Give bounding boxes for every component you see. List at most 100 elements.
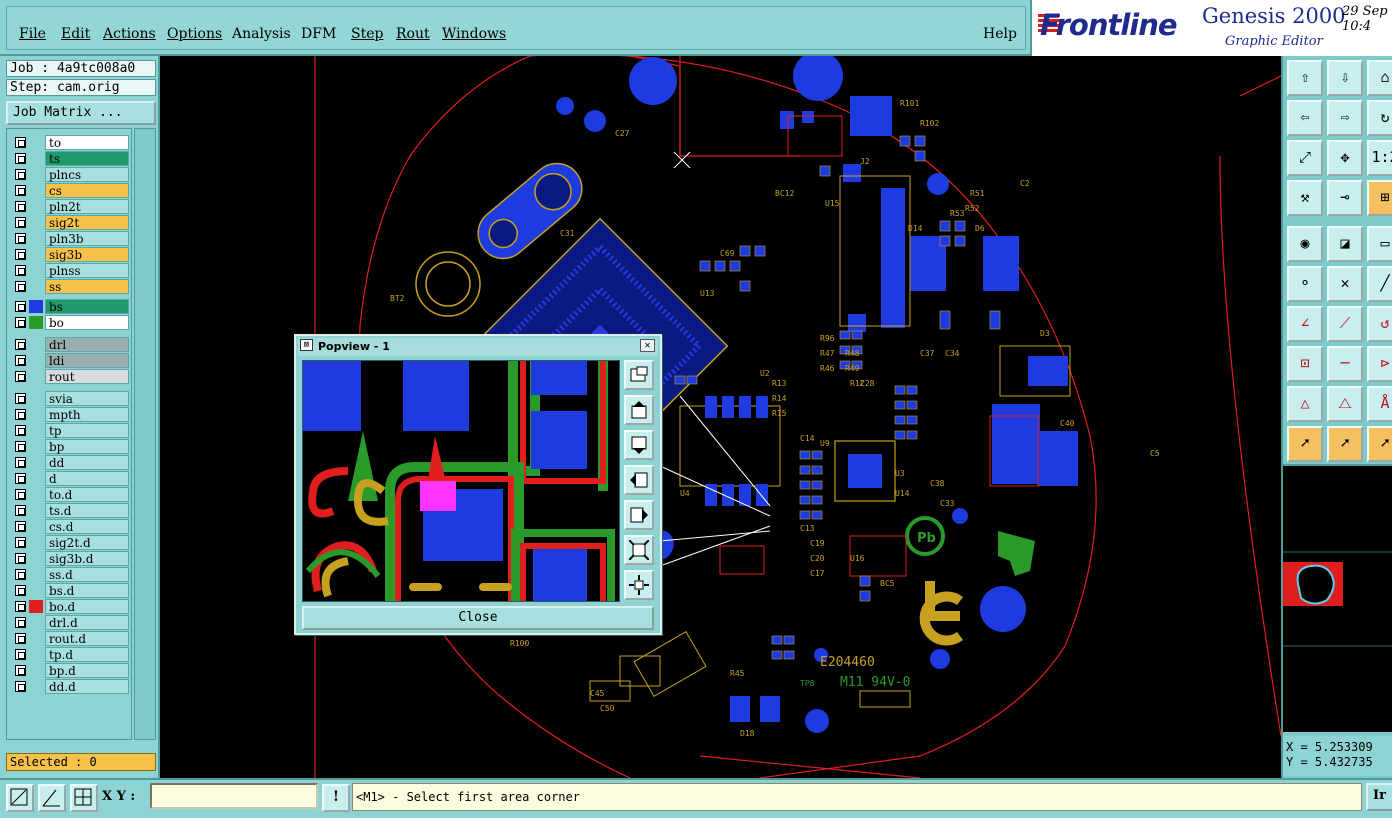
layer-row[interactable]: to [9,135,131,150]
pv-zoom-out-icon[interactable] [624,570,654,600]
menu-step[interactable]: Step [351,26,383,42]
layer-checkbox[interactable] [15,339,26,350]
pv-pan-down-icon[interactable] [624,430,654,460]
zoom-fit-icon[interactable]: ⤢ [1287,140,1323,176]
window-menu-icon[interactable]: ⊠ [300,339,313,351]
layer-name[interactable]: sig2t.d [45,535,129,550]
pan-right-icon[interactable]: ⇨ [1327,100,1363,136]
layer-row[interactable]: tp [9,423,131,438]
popview-canvas[interactable] [302,360,620,602]
layer-name[interactable]: tp [45,423,129,438]
menu-analysis[interactable]: Analysis [232,26,291,42]
layer-row[interactable]: pln2t [9,199,131,214]
layer-row[interactable]: bo [9,315,131,330]
horizontal-icon[interactable]: ─ [1327,346,1363,382]
pv-pan-up-icon[interactable] [624,395,654,425]
layer-checkbox[interactable] [15,633,26,644]
popview-titlebar[interactable]: Popview - 1 [298,338,658,356]
angle-measure-icon[interactable] [38,784,66,812]
cross-icon[interactable]: ✕ [1327,266,1363,302]
grid-snap-icon[interactable] [70,784,98,812]
popview-title-close-button[interactable]: ✕ [640,339,655,352]
layer-checkbox[interactable] [15,569,26,580]
layer-name[interactable]: pln2t [45,199,129,214]
layer-name[interactable]: dd.d [45,679,129,694]
zoom-center-icon[interactable]: ✥ [1327,140,1363,176]
layer-name[interactable]: pln3b [45,231,129,246]
layer-name[interactable]: bo.d [45,599,129,614]
layer-checkbox[interactable] [15,553,26,564]
layer-checkbox[interactable] [15,649,26,660]
layer-name[interactable]: ts.d [45,503,129,518]
layer-checkbox[interactable] [15,317,26,328]
layer-row[interactable]: ss [9,279,131,294]
layer-name[interactable]: svia [45,391,129,406]
menu-actions[interactable]: Actions [103,26,156,42]
overview-panel[interactable] [1283,464,1392,732]
layer-name[interactable]: mpth [45,407,129,422]
select-area-icon[interactable]: ◪ [1327,226,1363,262]
layer-checkbox[interactable] [15,457,26,468]
layer-checkbox[interactable] [15,585,26,596]
menu-help[interactable]: Help [983,26,1017,42]
diagonal-icon[interactable]: ⟋ [1327,306,1363,342]
layer-row[interactable]: bs [9,299,131,314]
layer-row[interactable]: mpth [9,407,131,422]
menu-file[interactable]: File [19,26,46,42]
layer-row[interactable]: svia [9,391,131,406]
triangle-text-icon[interactable]: Å [1367,386,1392,422]
pointer-icon[interactable]: ➚ [1287,426,1323,462]
layer-row[interactable]: dd.d [9,679,131,694]
measure-icon[interactable]: ⚒ [1287,180,1323,216]
layer-name[interactable]: bp [45,439,129,454]
layer-row[interactable]: plnss [9,263,131,278]
layer-name[interactable]: plncs [45,167,129,182]
layer-row[interactable]: ldi [9,353,131,368]
layer-name[interactable]: ts [45,151,129,166]
pan-left-icon[interactable]: ⇦ [1287,100,1323,136]
layer-name[interactable]: d [45,471,129,486]
layer-name[interactable]: bo [45,315,129,330]
layer-checkbox[interactable] [15,233,26,244]
layer-row[interactable]: plncs [9,167,131,182]
layer-checkbox[interactable] [15,441,26,452]
layer-name[interactable]: tp.d [45,647,129,662]
pad-icon[interactable]: ⊡ [1287,346,1323,382]
layer-checkbox[interactable] [15,301,26,312]
pv-pan-right-icon[interactable] [624,500,654,530]
layer-checkbox[interactable] [15,409,26,420]
layer-row[interactable]: tp.d [9,647,131,662]
layer-row[interactable]: bo.d [9,599,131,614]
pv-zoom-in-icon[interactable] [624,535,654,565]
home-icon[interactable]: ⌂ [1367,60,1392,96]
xy-input[interactable] [150,783,318,809]
layer-name[interactable]: sig3b.d [45,551,129,566]
layer-checkbox[interactable] [15,169,26,180]
triangle-select-icon[interactable]: ⧍ [1327,386,1363,422]
layer-checkbox[interactable] [15,281,26,292]
layer-row[interactable]: bp.d [9,663,131,678]
layer-checkbox[interactable] [15,425,26,436]
grid-icon[interactable]: ⊞ [1367,180,1392,216]
layer-checkbox[interactable] [15,537,26,548]
pv-zoom-window-icon[interactable] [624,360,654,390]
layer-checkbox[interactable] [15,201,26,212]
layer-row[interactable]: bs.d [9,583,131,598]
layer-name[interactable]: ss.d [45,567,129,582]
menu-windows[interactable]: Windows [442,26,506,42]
layer-row[interactable]: sig3b [9,247,131,262]
menu-rout[interactable]: Rout [396,26,430,42]
layer-checkbox[interactable] [15,681,26,692]
layer-row[interactable]: d [9,471,131,486]
pointer-circle-icon[interactable]: ➚ [1367,426,1392,462]
layer-name[interactable]: bs [45,299,129,314]
popview-close-button[interactable]: Close [302,606,654,630]
pv-pan-left-icon[interactable] [624,465,654,495]
layer-name[interactable]: cs.d [45,519,129,534]
layer-name[interactable]: cs [45,183,129,198]
connect-icon[interactable]: ⚬ [1287,266,1323,302]
layer-name[interactable]: drl.d [45,615,129,630]
layer-name[interactable]: sig3b [45,247,129,262]
page-down-icon[interactable]: ⇩ [1327,60,1363,96]
layer-name[interactable]: plnss [45,263,129,278]
